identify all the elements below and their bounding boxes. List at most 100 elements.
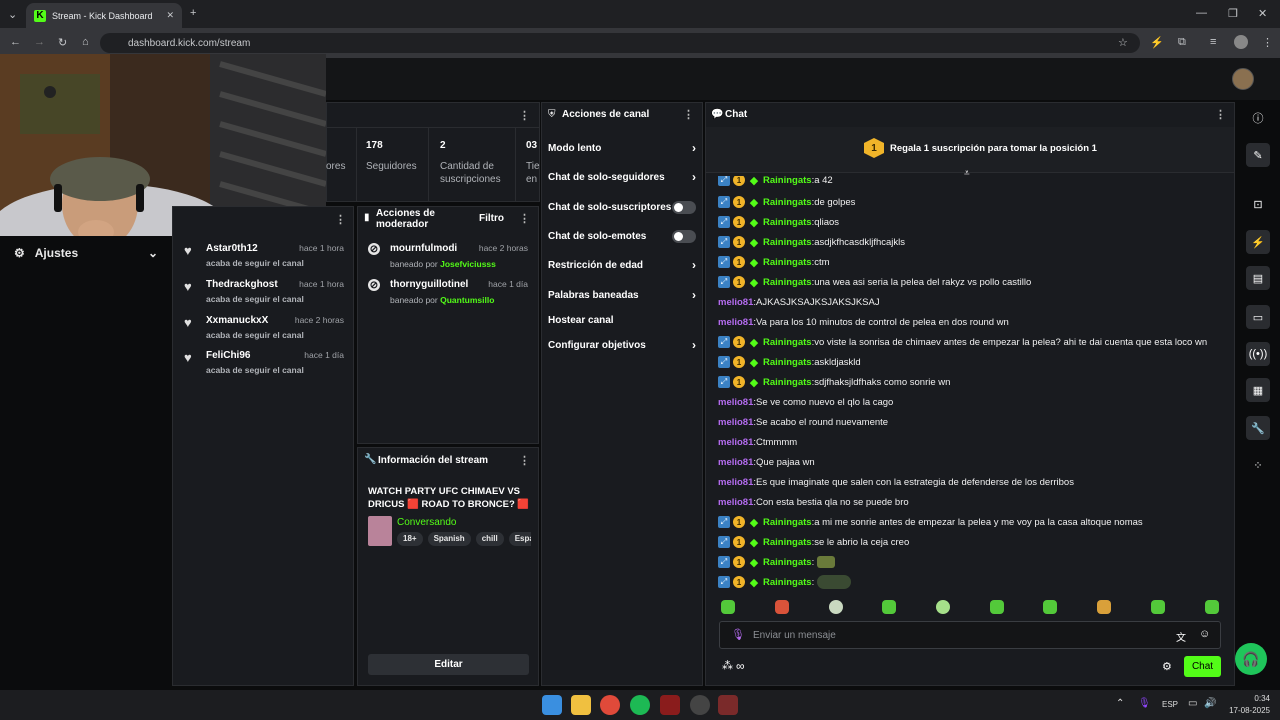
apps-icon[interactable]: ⁘ [1246, 453, 1270, 477]
chat-username[interactable]: Rainingats [763, 377, 812, 388]
settings-toggle[interactable]: ⚙ Ajustes ⌄ [0, 236, 172, 270]
channel-action-banned-words[interactable]: Palabras baneadas › [548, 285, 696, 305]
list-item[interactable]: ♥ Astar0th12 acaba de seguir el canal hac… [184, 243, 346, 277]
browser-menu-icon[interactable]: ⋮ [1262, 36, 1273, 49]
list-item[interactable]: ⊘ thornyguillotinel baneado por Quantums… [368, 279, 530, 313]
followers-menu-icon[interactable]: ⋮ [335, 213, 346, 226]
chat-username[interactable]: Rainingats [763, 577, 812, 588]
chat-username[interactable]: Rainingats [763, 517, 812, 528]
chat-username[interactable]: Rainingats [763, 557, 812, 568]
tray-arrow-icon[interactable]: ⌃ [1116, 698, 1124, 709]
stream-info-menu-icon[interactable]: ⋮ [519, 454, 530, 467]
clock-date[interactable]: 17-08-2025 [1226, 706, 1270, 715]
category-thumbnail[interactable] [368, 516, 392, 546]
chat-username[interactable]: Rainingats [763, 176, 812, 186]
tools-wrench-icon[interactable]: 🔧 [1246, 416, 1270, 440]
chat-menu-icon[interactable]: ⋮ [1215, 108, 1226, 121]
clock-time[interactable]: 0:34 [1250, 694, 1270, 703]
stats-menu-icon[interactable]: ⋮ [519, 109, 530, 122]
kick-points-icon[interactable]: ⁂ [722, 659, 733, 672]
list-item[interactable]: ♥ FeliChi96 acaba de seguir el canal hace… [184, 350, 346, 384]
chat-username[interactable]: melio81 [718, 457, 753, 468]
chat-username[interactable]: melio81 [718, 437, 753, 448]
mod-actions-menu-icon[interactable]: ⋮ [519, 212, 530, 225]
category-name[interactable]: Conversando [397, 517, 456, 528]
reading-list-icon[interactable]: ≡ [1210, 36, 1216, 48]
tab-search-icon[interactable]: ⌄ [8, 8, 17, 21]
tag-chip[interactable]: chill [475, 532, 504, 546]
chat-username[interactable]: Rainingats [763, 237, 812, 248]
start-icon[interactable] [542, 695, 562, 715]
chat-username[interactable]: melio81 [718, 297, 753, 308]
chat-username[interactable]: Rainingats [763, 277, 812, 288]
lightning-icon[interactable]: ⚡ [1246, 230, 1270, 254]
microphone-icon[interactable]: 🎙 [731, 628, 745, 641]
emotes-only-toggle[interactable] [672, 229, 696, 243]
volume-icon[interactable]: 🔊 [1204, 698, 1216, 709]
app-icon[interactable] [660, 695, 680, 715]
extension-icon[interactable]: ⚡ [1150, 36, 1164, 49]
channel-action-emotes-only[interactable]: Chat de solo-emotes [548, 226, 696, 246]
document-icon[interactable]: ▤ [1246, 266, 1270, 290]
chat-username[interactable]: Rainingats [763, 357, 812, 368]
chat-username[interactable]: melio81 [718, 497, 753, 508]
tag-chip[interactable]: Espa [508, 532, 531, 546]
emote-icon[interactable] [1097, 600, 1111, 614]
chat-username[interactable]: Rainingats [763, 257, 812, 268]
channel-action-goals[interactable]: Configurar objetivos › [548, 335, 696, 355]
new-tab-icon[interactable]: + [190, 7, 196, 19]
list-item[interactable]: ⊘ mournfulmodi baneado por Josefviciusss… [368, 243, 530, 277]
channel-action-host[interactable]: Hostear canal [548, 310, 696, 330]
channel-action-subs-only[interactable]: Chat de solo-suscriptores [548, 197, 696, 217]
emote-icon[interactable] [936, 600, 950, 614]
chat-username[interactable]: melio81 [718, 397, 753, 408]
network-icon[interactable]: ▭ [1188, 698, 1197, 709]
url-field[interactable]: dashboard.kick.com/stream [100, 33, 1140, 53]
info-icon[interactable]: ⓘ [1246, 106, 1270, 130]
channel-action-slow-mode[interactable]: Modo lento › [548, 138, 696, 158]
edit-pencil-icon[interactable]: ✎ [1246, 143, 1270, 167]
list-item[interactable]: ♥ Thedrackghost acaba de seguir el canal … [184, 279, 346, 313]
profile-avatar[interactable] [1234, 35, 1248, 49]
focus-icon[interactable]: ⊡ [1246, 192, 1270, 216]
chat-settings-gear-icon[interactable]: ⚙ [1162, 660, 1172, 673]
bookmark-star-icon[interactable]: ☆ [1118, 36, 1128, 49]
channel-action-age-restriction[interactable]: Restricción de edad › [548, 255, 696, 275]
subs-only-toggle[interactable] [672, 200, 696, 214]
chat-username[interactable]: melio81 [718, 417, 753, 428]
reload-icon[interactable]: ↻ [58, 36, 67, 49]
emote-icon[interactable] [829, 600, 843, 614]
chat-icon[interactable]: ▭ [1246, 305, 1270, 329]
forward-icon[interactable]: → [34, 36, 45, 48]
maximize-icon[interactable]: ❐ [1228, 7, 1238, 20]
support-headset-icon[interactable]: 🎧 [1235, 643, 1267, 675]
steam-icon[interactable] [690, 695, 710, 715]
chat-username[interactable]: Rainingats [763, 217, 812, 228]
chrome-icon[interactable] [600, 695, 620, 715]
infinity-icon[interactable]: ∞ [736, 659, 745, 673]
emote-icon[interactable] [882, 600, 896, 614]
send-chat-button[interactable]: Chat [1184, 656, 1221, 677]
chat-username[interactable]: melio81 [718, 477, 753, 488]
back-icon[interactable]: ← [10, 36, 21, 48]
emote-icon[interactable] [1151, 600, 1165, 614]
channel-action-followers-only[interactable]: Chat de solo-seguidores › [548, 167, 696, 187]
chat-username[interactable]: Rainingats [763, 537, 812, 548]
tag-chip[interactable]: Spanish [427, 532, 471, 546]
chat-username[interactable]: Rainingats [763, 197, 812, 208]
minimize-icon[interactable]: — [1196, 7, 1207, 19]
window-close-icon[interactable]: ✕ [1258, 7, 1267, 20]
user-avatar[interactable] [1232, 68, 1254, 90]
extensions-puzzle-icon[interactable]: ⧉ [1178, 36, 1186, 49]
language-indicator[interactable]: ESP [1162, 700, 1178, 709]
chat-username[interactable]: melio81 [718, 317, 753, 328]
layout-icon[interactable]: ▦ [1246, 378, 1270, 402]
emote-icon[interactable] [721, 600, 735, 614]
emoji-icon[interactable]: ☺ [1199, 628, 1210, 640]
tab-close-icon[interactable]: ✕ [166, 10, 174, 21]
obs-icon[interactable] [718, 695, 738, 715]
translate-icon[interactable]: 文 [1176, 629, 1186, 644]
file-explorer-icon[interactable] [571, 695, 591, 715]
mod-filter-button[interactable]: Filtro [479, 213, 504, 224]
emote-icon[interactable] [1043, 600, 1057, 614]
